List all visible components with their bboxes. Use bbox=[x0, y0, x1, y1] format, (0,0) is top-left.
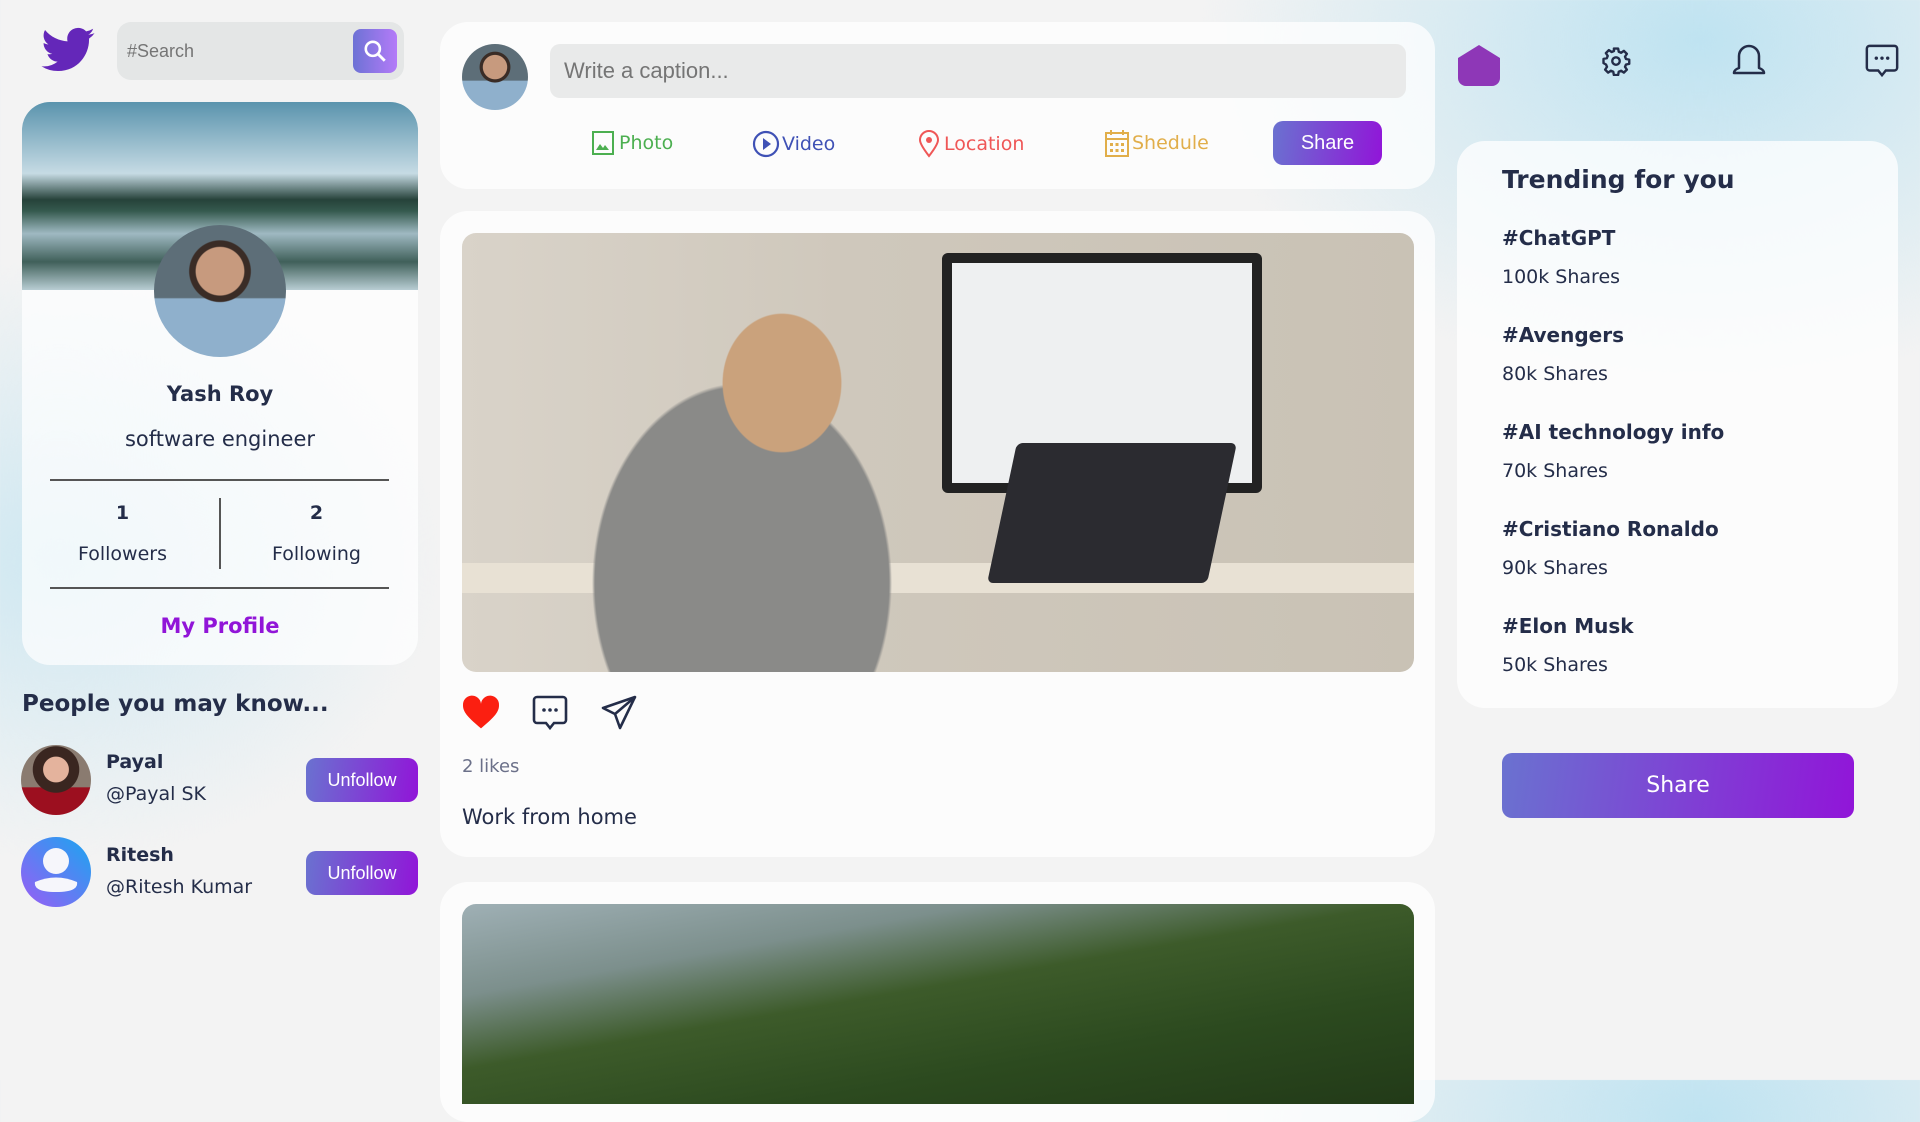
followers-count: 1 bbox=[115, 502, 130, 524]
composer-share-button[interactable]: Share bbox=[1273, 121, 1382, 165]
user-icon bbox=[34, 848, 78, 892]
search-button[interactable] bbox=[353, 29, 397, 73]
following-count: 2 bbox=[309, 502, 324, 524]
post-image[interactable] bbox=[462, 904, 1414, 1104]
home-icon[interactable] bbox=[1456, 42, 1502, 92]
schedule-option[interactable]: Shedule bbox=[1104, 128, 1209, 158]
post-image[interactable] bbox=[462, 233, 1414, 672]
settings-gear-icon[interactable] bbox=[1601, 46, 1631, 80]
photo-label: Photo bbox=[619, 132, 674, 154]
avatar-ritesh[interactable] bbox=[21, 837, 91, 907]
profile-title: software engineer bbox=[124, 427, 316, 451]
followers-label: Followers bbox=[78, 543, 167, 565]
trending-title: Trending for you bbox=[1502, 165, 1735, 194]
divider bbox=[219, 498, 221, 569]
schedule-label: Shedule bbox=[1132, 132, 1209, 154]
person-name: Ritesh bbox=[106, 844, 174, 866]
trending-shares: 50k Shares bbox=[1502, 654, 1608, 676]
location-option[interactable]: Location bbox=[918, 130, 1024, 158]
divider bbox=[50, 587, 389, 589]
photo-icon bbox=[592, 131, 614, 155]
person-handle: @Ritesh Kumar bbox=[106, 876, 253, 898]
person-name: Payal bbox=[106, 751, 164, 773]
photo-option[interactable]: Photo bbox=[591, 130, 673, 156]
twitter-logo-icon[interactable] bbox=[36, 22, 100, 80]
trending-list: #ChatGPT 100k Shares #Avengers 80k Shares … bbox=[1502, 226, 1724, 711]
trending-shares: 80k Shares bbox=[1502, 363, 1608, 385]
composer-avatar bbox=[462, 44, 528, 110]
trending-item[interactable]: #AI technology info 70k Shares bbox=[1502, 420, 1724, 517]
search-input[interactable] bbox=[127, 36, 347, 66]
my-profile-link[interactable]: My Profile bbox=[22, 614, 418, 638]
comment-icon[interactable] bbox=[531, 694, 569, 736]
trending-item[interactable]: #Cristiano Ronaldo 90k Shares bbox=[1502, 517, 1724, 614]
notification-bell-icon[interactable] bbox=[1732, 42, 1766, 82]
video-option[interactable]: Video bbox=[752, 130, 835, 158]
divider bbox=[50, 479, 389, 481]
trending-tag: #Avengers bbox=[1502, 323, 1625, 347]
profile-name: Yash Roy bbox=[166, 382, 274, 406]
following-label: Following bbox=[272, 543, 361, 565]
search-bar bbox=[117, 22, 404, 80]
trending-tag: #Elon Musk bbox=[1502, 614, 1634, 638]
trending-shares: 100k Shares bbox=[1502, 266, 1621, 288]
post-caption: Work from home bbox=[462, 805, 637, 829]
trending-item[interactable]: #Elon Musk 50k Shares bbox=[1502, 614, 1724, 711]
unfollow-button[interactable]: Unfollow bbox=[306, 851, 418, 895]
search-icon bbox=[364, 40, 386, 62]
trending-shares: 90k Shares bbox=[1502, 557, 1608, 579]
trending-shares: 70k Shares bbox=[1502, 460, 1608, 482]
messages-icon[interactable] bbox=[1864, 43, 1900, 83]
location-pin-icon bbox=[918, 130, 940, 158]
person-handle: @Payal SK bbox=[106, 783, 206, 805]
video-play-icon bbox=[752, 130, 780, 158]
video-label: Video bbox=[782, 133, 836, 155]
trending-item[interactable]: #Avengers 80k Shares bbox=[1502, 323, 1724, 420]
avatar-payal[interactable] bbox=[21, 745, 91, 815]
trending-tag: #ChatGPT bbox=[1502, 226, 1616, 250]
like-heart-icon[interactable] bbox=[461, 694, 501, 734]
trending-item[interactable]: #ChatGPT 100k Shares bbox=[1502, 226, 1724, 323]
profile-avatar[interactable] bbox=[154, 225, 286, 357]
trending-tag: #AI technology info bbox=[1502, 420, 1725, 444]
likes-count: 2 likes bbox=[462, 756, 520, 777]
people-heading: People you may know... bbox=[22, 691, 329, 717]
unfollow-button[interactable]: Unfollow bbox=[306, 758, 418, 802]
share-send-icon[interactable] bbox=[600, 694, 638, 736]
share-button[interactable]: Share bbox=[1502, 753, 1854, 818]
trending-tag: #Cristiano Ronaldo bbox=[1502, 517, 1719, 541]
calendar-icon bbox=[1105, 130, 1129, 157]
caption-input[interactable] bbox=[550, 44, 1406, 98]
location-label: Location bbox=[944, 133, 1025, 155]
